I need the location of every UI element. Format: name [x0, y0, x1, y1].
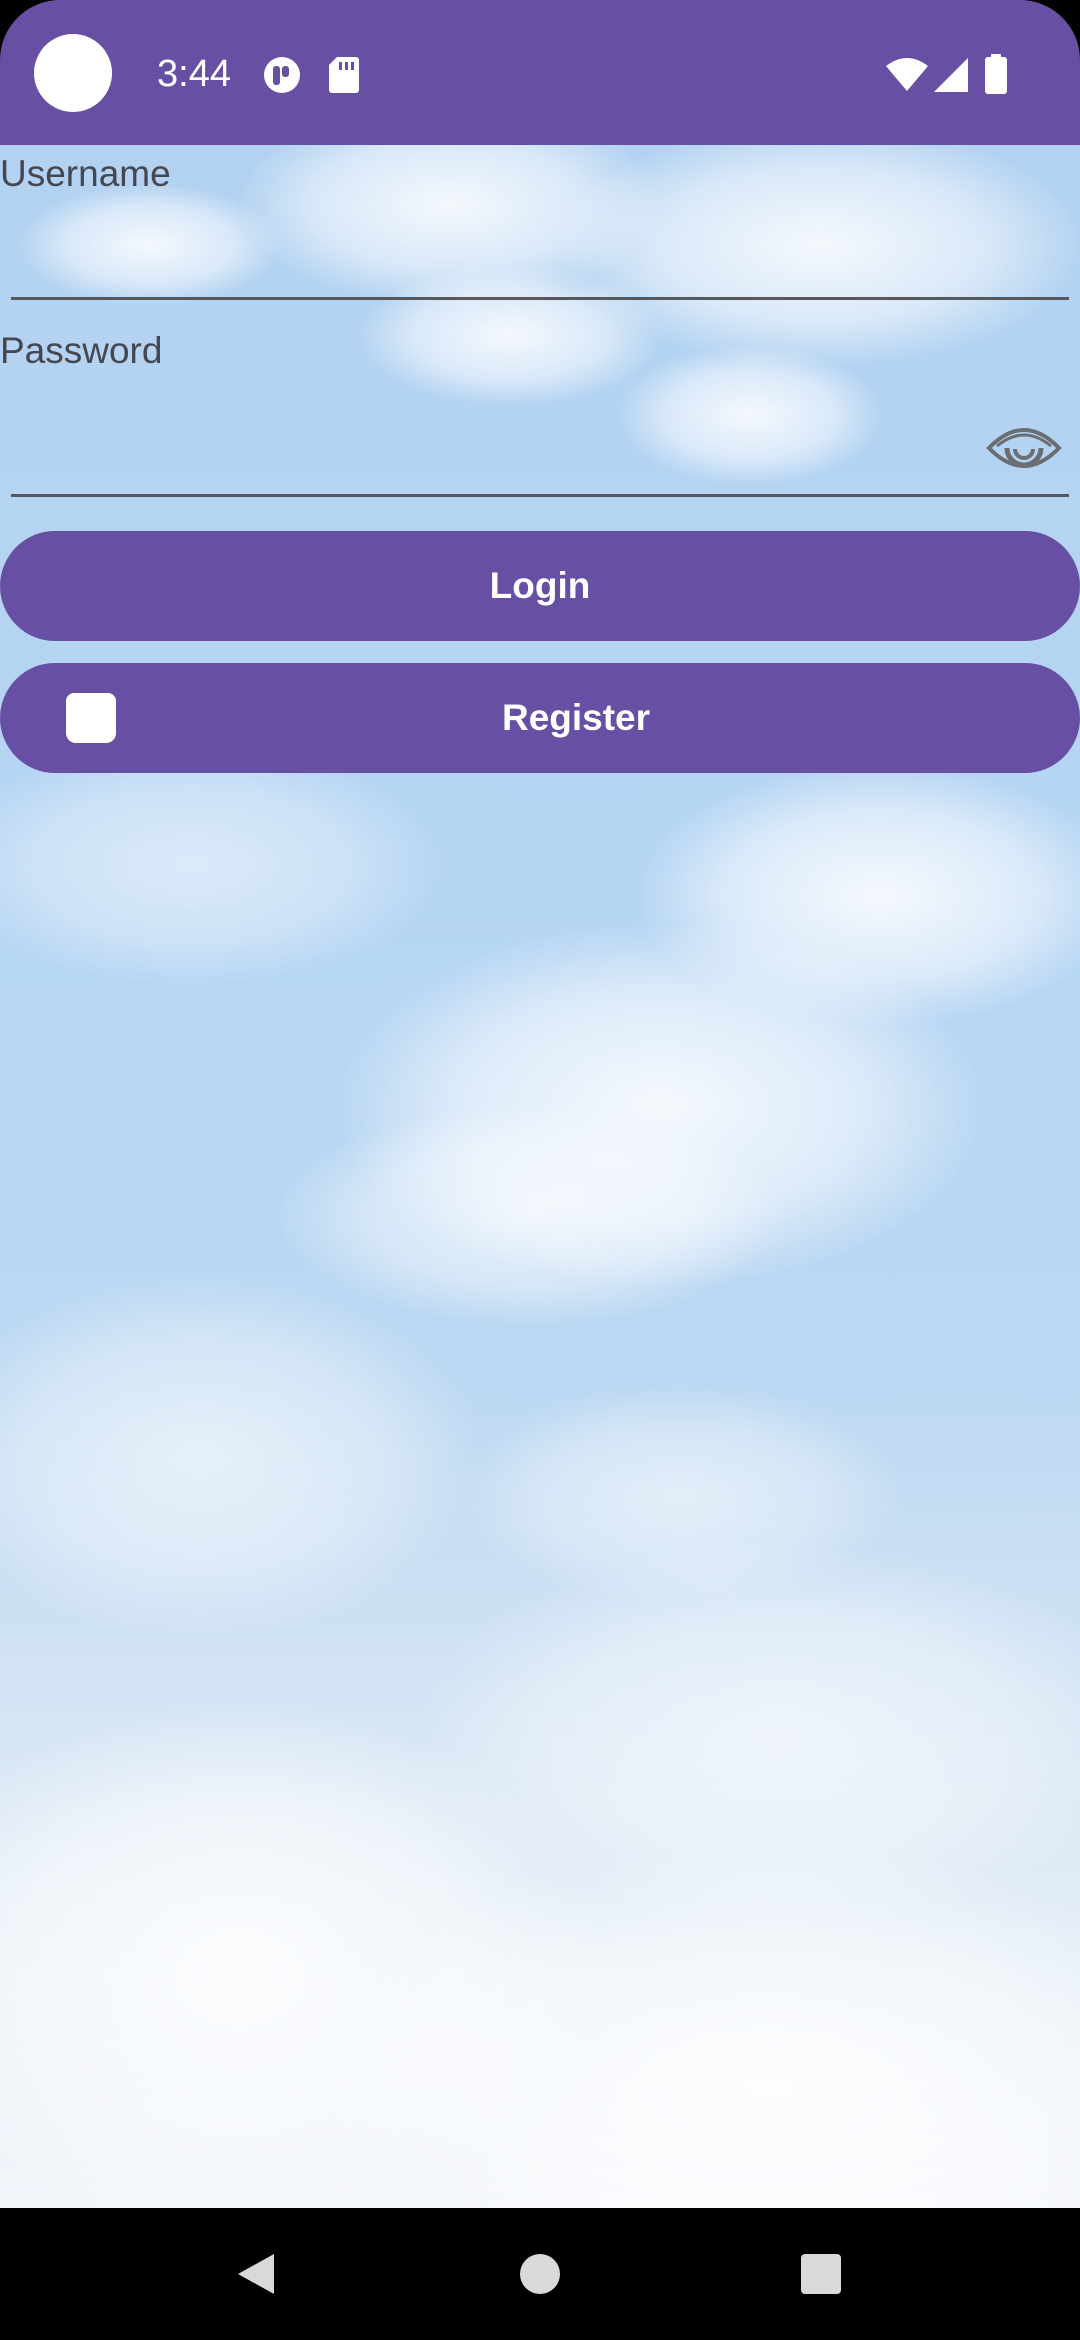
username-input[interactable] [11, 213, 975, 295]
home-icon [520, 2254, 560, 2294]
username-label: Username [0, 153, 171, 194]
username-underline [11, 297, 1069, 300]
navigation-bar [0, 2208, 1080, 2340]
register-button-label: Register [501, 697, 651, 738]
password-visibility-toggle[interactable] [985, 418, 1063, 478]
eye-icon [986, 428, 1062, 468]
login-button[interactable]: Login [0, 531, 1080, 641]
nav-recents-button[interactable] [741, 2208, 901, 2340]
phone-screen: 3:44 Username Password Login Register [0, 0, 1080, 2340]
nav-home-button[interactable] [460, 2208, 620, 2340]
password-input[interactable] [11, 408, 975, 490]
password-label: Password [0, 330, 163, 371]
register-button[interactable]: Register [0, 663, 1080, 773]
status-time: 3:44 [157, 53, 231, 95]
battery-icon [985, 54, 1007, 94]
signal-icon [934, 58, 968, 92]
recents-icon [801, 2254, 841, 2294]
wifi-icon [886, 58, 928, 91]
camera-dot [34, 34, 112, 112]
nav-back-button[interactable] [176, 2208, 336, 2340]
password-underline [11, 494, 1069, 497]
app-notification-icon [264, 57, 300, 93]
sd-card-icon [329, 57, 359, 93]
status-bar: 3:44 [0, 0, 1080, 145]
login-button-label: Login [489, 565, 591, 606]
back-icon [238, 2254, 274, 2294]
